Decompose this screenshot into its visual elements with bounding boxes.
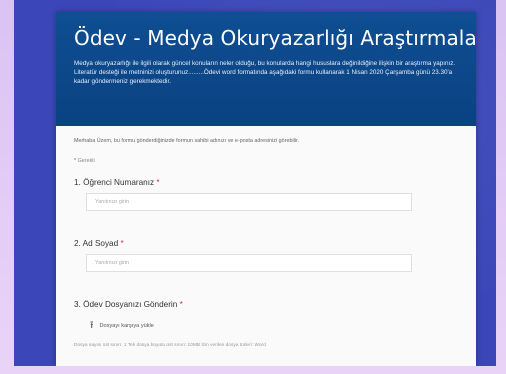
- required-star: *: [179, 300, 183, 309]
- form-title: Ödev - Medya Okuryazarlığı Araştırmaları: [74, 26, 476, 50]
- upload-file-button[interactable]: ⭱ Dosyayı karşıya yükle: [86, 319, 158, 333]
- student-number-input[interactable]: Yanıtınızı girin: [86, 193, 412, 211]
- question-text: 3. Ödev Dosyanızı Gönderin: [74, 300, 178, 309]
- question-label: 2. Ad Soyad *: [74, 239, 458, 248]
- question-label: 1. Öğrenci Numaranız *: [74, 178, 458, 187]
- question-student-number: 1. Öğrenci Numaranız * Yanıtınızı girin: [74, 178, 458, 211]
- upload-limits-hint: Dosya sayısı üst sınırı: 1 Tek dosya boy…: [74, 343, 266, 348]
- required-label: Gerekli: [77, 158, 95, 164]
- form-header: Ödev - Medya Okuryazarlığı Araştırmaları…: [56, 12, 476, 126]
- video-frame-background: Ödev - Medya Okuryazarlığı Araştırmaları…: [14, 0, 496, 366]
- required-star: *: [156, 178, 160, 187]
- upload-label: Dosyayı karşıya yükle: [99, 323, 154, 329]
- question-text: 1. Öğrenci Numaranız: [74, 178, 155, 187]
- question-full-name: 2. Ad Soyad * Yanıtınızı girin: [74, 239, 458, 272]
- respondent-notice: Merhaba Üzem, bu formu gönderdiğinizde f…: [74, 138, 300, 144]
- form-card: Ödev - Medya Okuryazarlığı Araştırmaları…: [56, 12, 476, 366]
- question-text: 2. Ad Soyad: [74, 239, 119, 248]
- required-legend: * Gerekli: [74, 158, 458, 164]
- form-description: Medya okuryazarlığı ile ilgili olarak gü…: [74, 60, 456, 85]
- form-body: Merhaba Üzem, bu formu gönderdiğinizde f…: [56, 126, 476, 358]
- full-name-input[interactable]: Yanıtınızı girin: [86, 254, 412, 272]
- upload-icon: ⭱: [90, 320, 94, 331]
- title-row: Ödev - Medya Okuryazarlığı Araştırmaları: [74, 26, 476, 50]
- question-label: 3. Ödev Dosyanızı Gönderin *: [74, 300, 458, 309]
- required-star: *: [120, 239, 124, 248]
- question-file-upload: 3. Ödev Dosyanızı Gönderin * ⭱ Dosyayı k…: [74, 300, 458, 348]
- required-star: *: [74, 158, 77, 164]
